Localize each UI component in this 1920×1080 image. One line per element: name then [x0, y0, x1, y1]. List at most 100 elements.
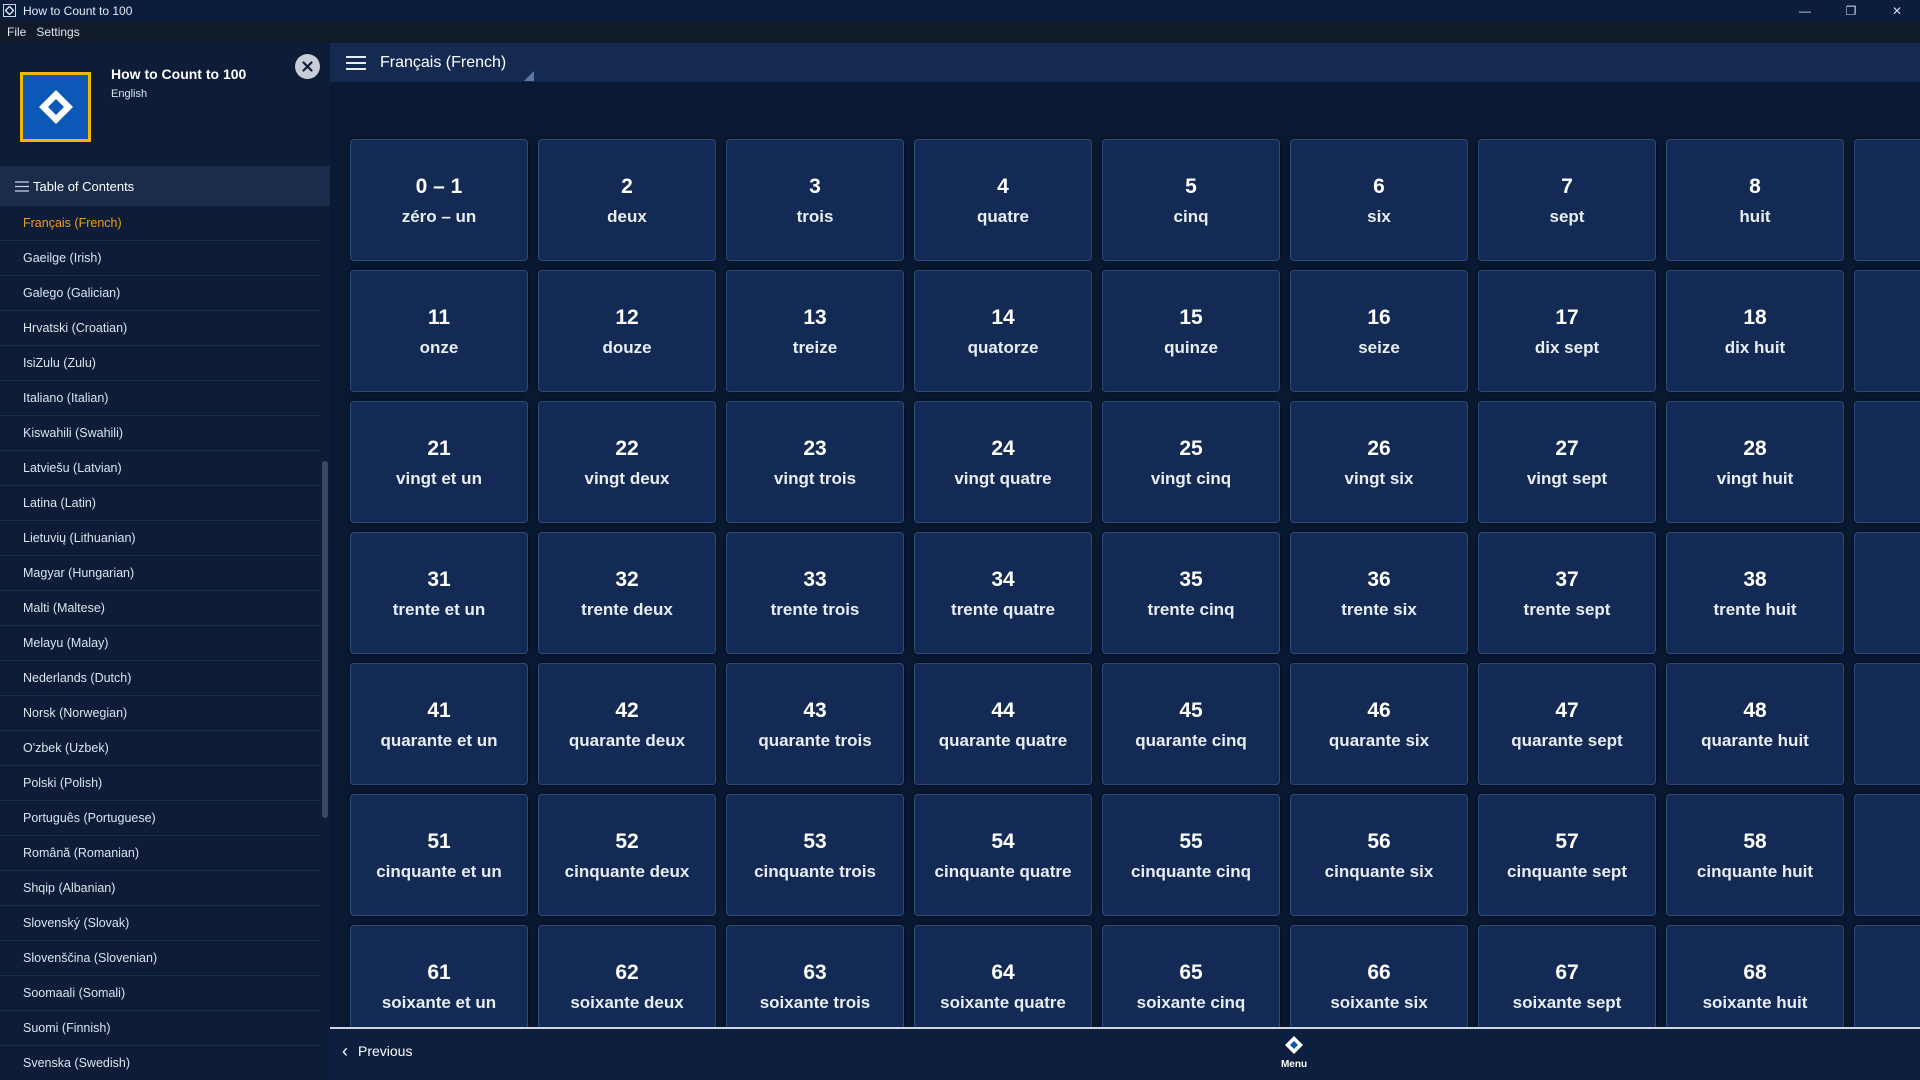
number-tile[interactable]: 52 cinquante deux [538, 794, 716, 916]
number-tile[interactable]: 62 soixante deux [538, 925, 716, 1027]
number-tile[interactable]: 65 soixante cinq [1102, 925, 1280, 1027]
toc-item[interactable]: Magyar (Hungarian) [0, 556, 320, 591]
number-tile[interactable]: cinqu [1854, 794, 1920, 916]
hamburger-menu-icon[interactable] [346, 55, 366, 70]
toc-item[interactable]: Gaeilge (Irish) [0, 241, 320, 276]
toc-item[interactable]: Latina (Latin) [0, 486, 320, 521]
number-tile[interactable]: 16 seize [1290, 270, 1468, 392]
number-tile[interactable]: tre [1854, 532, 1920, 654]
number-tile[interactable]: 34 trente quatre [914, 532, 1092, 654]
number-tile[interactable]: 36 trente six [1290, 532, 1468, 654]
toc-item[interactable]: Melayu (Malay) [0, 626, 320, 661]
close-sidebar-button[interactable] [295, 54, 320, 79]
previous-button[interactable]: ‹ Previous [342, 1042, 412, 1060]
number-tile[interactable]: 51 cinquante et un [350, 794, 528, 916]
number-tile[interactable]: 5 cinq [1102, 139, 1280, 261]
toc-item[interactable]: Lietuvių (Lithuanian) [0, 521, 320, 556]
number-tile[interactable]: 25 vingt cinq [1102, 401, 1280, 523]
number-tile[interactable]: 6 six [1290, 139, 1468, 261]
number-tile[interactable]: 38 trente huit [1666, 532, 1844, 654]
menu-button[interactable]: Menu [1264, 1035, 1324, 1070]
number-tile[interactable]: 44 quarante quatre [914, 663, 1092, 785]
number-tile[interactable]: 4 quatre [914, 139, 1092, 261]
number-tile[interactable]: 15 quinze [1102, 270, 1280, 392]
number-tile[interactable]: 57 cinquante sept [1478, 794, 1656, 916]
number-tile[interactable]: 18 dix huit [1666, 270, 1844, 392]
number-tile[interactable]: 54 cinquante quatre [914, 794, 1092, 916]
number-tile[interactable]: 43 quarante trois [726, 663, 904, 785]
number-tile[interactable]: 45 quarante cinq [1102, 663, 1280, 785]
toc-item[interactable]: Svenska (Swedish) [0, 1046, 320, 1080]
toc-item[interactable]: Suomi (Finnish) [0, 1011, 320, 1046]
menu-settings[interactable]: Settings [36, 25, 79, 39]
number-tile[interactable]: 22 vingt deux [538, 401, 716, 523]
number-tile[interactable]: 37 trente sept [1478, 532, 1656, 654]
number-tile[interactable]: soix [1854, 925, 1920, 1027]
restore-button[interactable]: ❐ [1828, 0, 1874, 21]
number-tile[interactable]: 27 vingt sept [1478, 401, 1656, 523]
toc-item[interactable]: IsiZulu (Zulu) [0, 346, 320, 381]
toc-item[interactable]: Polski (Polish) [0, 766, 320, 801]
number-tile[interactable]: d [1854, 270, 1920, 392]
toc-header[interactable]: Table of Contents [0, 166, 330, 206]
toc-item[interactable]: Latviešu (Latvian) [0, 451, 320, 486]
toc-item[interactable]: Nederlands (Dutch) [0, 661, 320, 696]
toc-item[interactable]: Malti (Maltese) [0, 591, 320, 626]
number-tile[interactable]: vir [1854, 401, 1920, 523]
number-tile[interactable]: 64 soixante quatre [914, 925, 1092, 1027]
number-tile[interactable]: 13 treize [726, 270, 904, 392]
toc-item[interactable]: Slovenščina (Slovenian) [0, 941, 320, 976]
number-tile[interactable]: 2 deux [538, 139, 716, 261]
number-tile[interactable]: 24 vingt quatre [914, 401, 1092, 523]
number-tile[interactable]: 67 soixante sept [1478, 925, 1656, 1027]
sidebar-scrollbar[interactable] [322, 461, 328, 818]
number-tile[interactable]: 12 douze [538, 270, 716, 392]
number-tile[interactable]: 14 quatorze [914, 270, 1092, 392]
number-tile[interactable]: 63 soixante trois [726, 925, 904, 1027]
number-tile[interactable]: 3 trois [726, 139, 904, 261]
menu-file[interactable]: File [7, 25, 26, 39]
number-tile[interactable]: 68 soixante huit [1666, 925, 1844, 1027]
number-tile[interactable]: 35 trente cinq [1102, 532, 1280, 654]
number-tile[interactable]: 61 soixante et un [350, 925, 528, 1027]
number-tile[interactable]: 11 onze [350, 270, 528, 392]
number-tile[interactable]: 56 cinquante six [1290, 794, 1468, 916]
number-tile[interactable]: 28 vingt huit [1666, 401, 1844, 523]
number-tile[interactable]: 0 – 1 zéro – un [350, 139, 528, 261]
toc-item[interactable]: Slovenský (Slovak) [0, 906, 320, 941]
toc-item[interactable]: Soomaali (Somali) [0, 976, 320, 1011]
number-tile[interactable]: 17 dix sept [1478, 270, 1656, 392]
number-tile[interactable]: 58 cinquante huit [1666, 794, 1844, 916]
toc-item[interactable]: Română (Romanian) [0, 836, 320, 871]
number-tile[interactable]: 55 cinquante cinq [1102, 794, 1280, 916]
number-tile[interactable]: 8 huit [1666, 139, 1844, 261]
number-tile[interactable]: 31 trente et un [350, 532, 528, 654]
toc-item[interactable]: Kiswahili (Swahili) [0, 416, 320, 451]
number-tile[interactable]: 21 vingt et un [350, 401, 528, 523]
number-tile[interactable]: 53 cinquante trois [726, 794, 904, 916]
toc-item[interactable]: Italiano (Italian) [0, 381, 320, 416]
toc-item[interactable]: Galego (Galician) [0, 276, 320, 311]
number-tile[interactable]: 7 sept [1478, 139, 1656, 261]
number-tile[interactable]: 48 quarante huit [1666, 663, 1844, 785]
toc-item[interactable]: Shqip (Albanian) [0, 871, 320, 906]
toc-item[interactable]: Hrvatski (Croatian) [0, 311, 320, 346]
number-tile[interactable]: 47 quarante sept [1478, 663, 1656, 785]
number-tile[interactable]: 46 quarante six [1290, 663, 1468, 785]
minimize-button[interactable]: — [1782, 0, 1828, 21]
toc-item[interactable]: Português (Portuguese) [0, 801, 320, 836]
toc-item[interactable]: Français (French) [0, 206, 320, 241]
number-tile[interactable]: 26 vingt six [1290, 401, 1468, 523]
tile-word: quarante quatre [938, 730, 1068, 750]
number-tile[interactable]: 42 quarante deux [538, 663, 716, 785]
number-tile[interactable] [1854, 139, 1920, 261]
number-tile[interactable]: 32 trente deux [538, 532, 716, 654]
close-window-button[interactable]: ✕ [1874, 0, 1920, 21]
number-tile[interactable]: 23 vingt trois [726, 401, 904, 523]
number-tile[interactable]: 33 trente trois [726, 532, 904, 654]
number-tile[interactable]: quar [1854, 663, 1920, 785]
number-tile[interactable]: 66 soixante six [1290, 925, 1468, 1027]
toc-item[interactable]: Norsk (Norwegian) [0, 696, 320, 731]
number-tile[interactable]: 41 quarante et un [350, 663, 528, 785]
toc-item[interactable]: O'zbek (Uzbek) [0, 731, 320, 766]
